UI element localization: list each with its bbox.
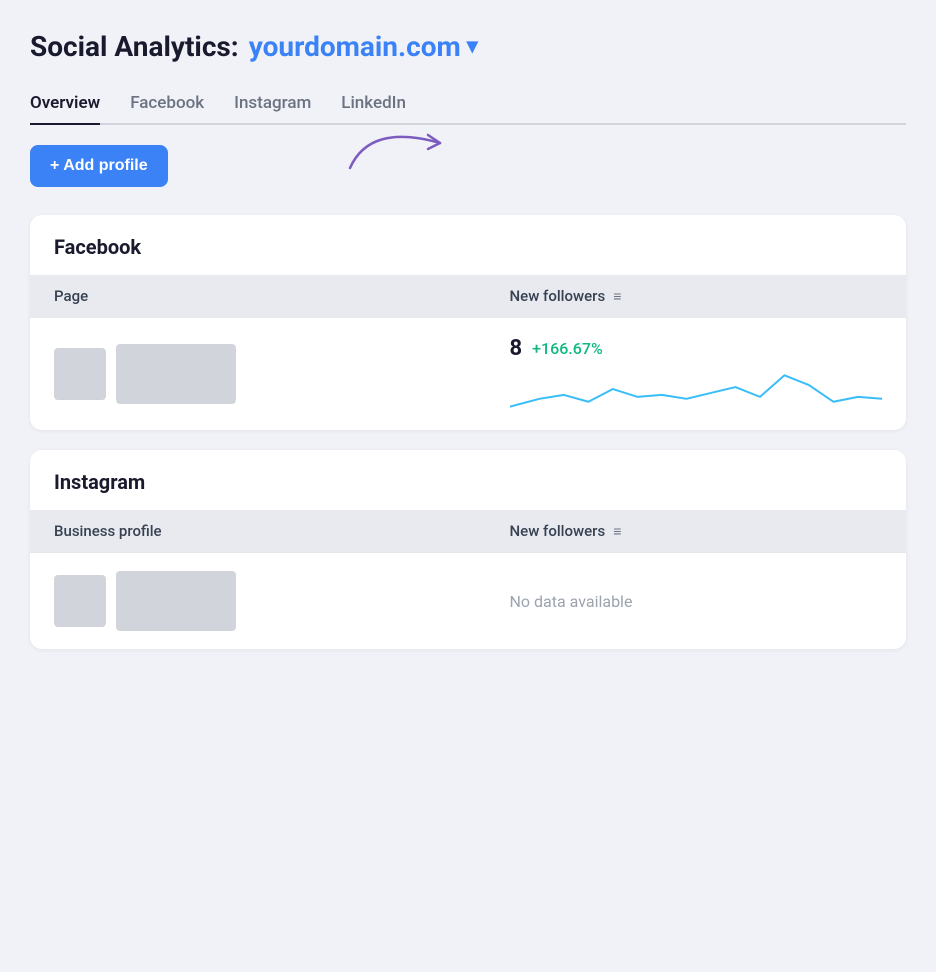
tab-facebook[interactable]: Facebook bbox=[130, 93, 204, 125]
thumbnail-small bbox=[54, 575, 106, 627]
tab-instagram[interactable]: Instagram bbox=[234, 93, 311, 125]
instagram-metric-cell: No data available bbox=[486, 553, 906, 650]
domain-name: yourdomain.com bbox=[249, 30, 461, 63]
instagram-card: Instagram Business profile New followers… bbox=[30, 450, 906, 649]
add-profile-label: + Add profile bbox=[50, 157, 148, 175]
facebook-metric-cell: 8 +166.67% bbox=[486, 318, 906, 431]
thumbnail-large bbox=[116, 571, 236, 631]
page-header: Social Analytics: yourdomain.com ▾ bbox=[30, 30, 906, 63]
facebook-card-title: Facebook bbox=[30, 215, 906, 275]
facebook-metric-change: +166.67% bbox=[532, 339, 603, 358]
thumbnail-small bbox=[54, 348, 106, 400]
instagram-table: Business profile New followers ≡ bbox=[30, 510, 906, 649]
facebook-page-cell bbox=[30, 318, 486, 431]
page-title-static: Social Analytics: bbox=[30, 30, 239, 63]
domain-selector[interactable]: yourdomain.com ▾ bbox=[249, 30, 478, 63]
facebook-thumbnails bbox=[54, 344, 462, 404]
tabs-container: Overview Facebook Instagram LinkedIn bbox=[30, 93, 906, 125]
filter-icon-instagram[interactable]: ≡ bbox=[613, 523, 621, 540]
facebook-col-page: Page bbox=[30, 275, 486, 318]
facebook-sparkline bbox=[510, 367, 882, 412]
facebook-col-metric: New followers ≡ bbox=[486, 275, 906, 318]
filter-icon[interactable]: ≡ bbox=[613, 288, 621, 305]
nav-tabs: Overview Facebook Instagram LinkedIn bbox=[30, 93, 906, 125]
instagram-col-metric: New followers ≡ bbox=[486, 510, 906, 553]
facebook-metric-number: 8 bbox=[510, 336, 523, 361]
instagram-thumbnails bbox=[54, 571, 462, 631]
thumbnail-large bbox=[116, 344, 236, 404]
instagram-card-title: Instagram bbox=[30, 450, 906, 510]
table-row: 8 +166.67% bbox=[30, 318, 906, 431]
add-profile-button[interactable]: + Add profile bbox=[30, 145, 168, 187]
instagram-col-page: Business profile bbox=[30, 510, 486, 553]
table-row: No data available bbox=[30, 553, 906, 650]
facebook-table: Page New followers ≡ bbox=[30, 275, 906, 430]
chevron-down-icon: ▾ bbox=[467, 34, 478, 59]
tab-overview[interactable]: Overview bbox=[30, 93, 100, 125]
facebook-card: Facebook Page New followers ≡ bbox=[30, 215, 906, 430]
instagram-page-cell bbox=[30, 553, 486, 650]
no-data-label: No data available bbox=[510, 592, 633, 611]
tab-linkedin[interactable]: LinkedIn bbox=[341, 93, 406, 125]
